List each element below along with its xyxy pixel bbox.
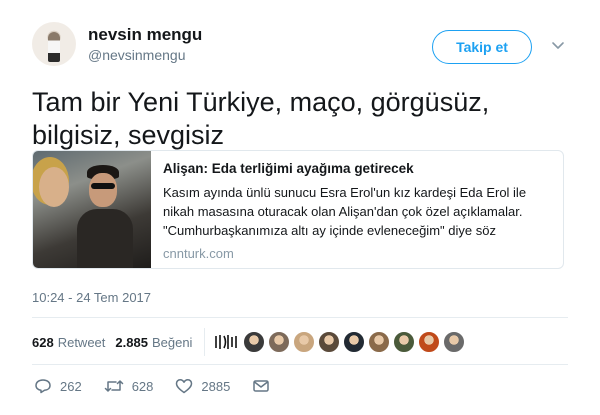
card-image[interactable] xyxy=(33,151,151,268)
card-body: Alişan: Eda terliğimi ayağıma getirecek … xyxy=(163,159,553,261)
user-name[interactable]: nevsin mengu xyxy=(88,25,202,45)
retweet-icon xyxy=(104,380,123,392)
stats-divider xyxy=(204,328,206,356)
liker-avatar[interactable] xyxy=(368,331,391,353)
engagement-stats: 628 Retweet 2.885 Beğeni xyxy=(32,326,468,358)
message-button[interactable] xyxy=(252,378,278,394)
like-count[interactable]: 2.885 xyxy=(115,335,148,350)
like-action-count: 2885 xyxy=(201,378,231,394)
liker-avatar[interactable] xyxy=(393,331,416,353)
liker-avatar[interactable] xyxy=(268,331,291,353)
tweet-actions: 262 628 2885 xyxy=(34,376,300,396)
divider xyxy=(32,364,568,365)
retweet-action-count: 628 xyxy=(131,378,154,394)
link-card[interactable]: Alişan: Eda terliğimi ayağıma getirecek … xyxy=(32,150,564,269)
liker-avatar[interactable] xyxy=(243,331,266,353)
like-button[interactable]: 2885 xyxy=(175,378,230,394)
liker-avatar[interactable] xyxy=(318,331,341,353)
tweet-header: nevsin mengu @nevsinmengu Takip et xyxy=(32,20,568,70)
avatar[interactable] xyxy=(32,22,76,66)
liker-avatar[interactable] xyxy=(343,331,366,353)
divider xyxy=(32,317,568,318)
retweet-button[interactable]: 628 xyxy=(104,378,154,394)
retweet-label[interactable]: Retweet xyxy=(58,335,106,350)
liker-avatar[interactable] xyxy=(443,331,466,353)
user-handle[interactable]: @nevsinmengu xyxy=(88,47,186,63)
like-label[interactable]: Beğeni xyxy=(152,335,192,350)
reply-button[interactable]: 262 xyxy=(34,378,82,394)
liker-avatar-logo[interactable] xyxy=(213,331,239,353)
reply-icon xyxy=(35,379,51,394)
retweet-count[interactable]: 628 xyxy=(32,335,54,350)
liker-avatars xyxy=(213,331,468,353)
follow-button[interactable]: Takip et xyxy=(432,30,532,64)
tweet-text: Tam bir Yeni Türkiye, maço, görgüsüz, bi… xyxy=(32,87,490,150)
tweet-timestamp[interactable]: 10:24 - 24 Tem 2017 xyxy=(32,290,151,305)
card-title[interactable]: Alişan: Eda terliğimi ayağıma getirecek xyxy=(163,159,553,179)
liker-avatar[interactable] xyxy=(418,331,441,353)
reply-count: 262 xyxy=(60,378,82,394)
message-icon xyxy=(253,380,270,392)
chevron-down-icon[interactable] xyxy=(550,37,566,53)
liker-avatar[interactable] xyxy=(293,331,316,353)
card-domain: cnnturk.com xyxy=(163,246,234,261)
heart-icon xyxy=(176,379,193,394)
card-description: Kasım ayında ünlü sunucu Esra Erol'un kı… xyxy=(163,185,527,238)
